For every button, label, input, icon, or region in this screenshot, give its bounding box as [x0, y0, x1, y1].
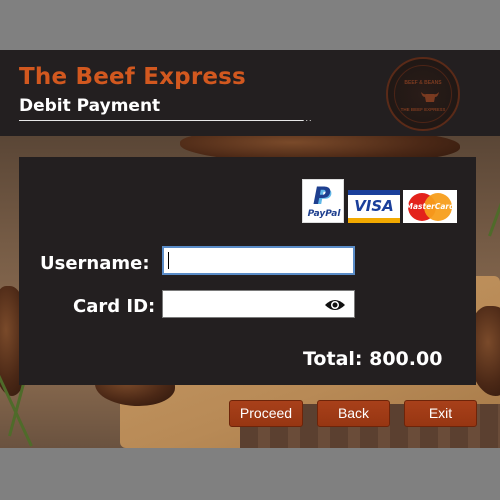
- visa-icon: VISA: [348, 190, 400, 223]
- text-caret: [168, 252, 169, 269]
- title-underline-dots: ...: [302, 113, 313, 123]
- title-underline: [19, 120, 303, 121]
- proceed-button[interactable]: Proceed: [229, 400, 303, 427]
- logo-ring: BEEF & BEANS THE BEEF EXPRESS: [394, 65, 452, 123]
- payment-methods: P P PayPal VISA MasterCard: [302, 179, 457, 223]
- mastercard-label: MasterCard: [405, 202, 455, 211]
- logo-top-text: BEEF & BEANS: [404, 80, 442, 86]
- total-amount: Total: 800.00: [303, 348, 443, 370]
- app-window: The Beef Express Debit Payment ... BEEF …: [0, 50, 500, 448]
- page-title: Debit Payment: [19, 96, 161, 116]
- app-title: The Beef Express: [19, 64, 246, 90]
- mastercard-icon: MasterCard: [403, 190, 457, 223]
- paypal-label: PayPal: [307, 209, 341, 219]
- back-button[interactable]: Back: [317, 400, 390, 427]
- paypal-icon: P P PayPal: [302, 179, 344, 223]
- eye-icon[interactable]: [324, 297, 346, 313]
- restaurant-logo: BEEF & BEANS THE BEEF EXPRESS: [386, 57, 460, 131]
- username-input[interactable]: [162, 246, 355, 275]
- card-id-label: Card ID:: [73, 296, 156, 317]
- visa-label: VISA: [354, 197, 394, 215]
- header-bar: The Beef Express Debit Payment ... BEEF …: [0, 50, 500, 136]
- herb-decoration: [488, 179, 500, 237]
- exit-button[interactable]: Exit: [404, 400, 477, 427]
- payment-panel: P P PayPal VISA MasterCard Username: Car…: [19, 157, 476, 385]
- logo-bottom-text: THE BEEF EXPRESS: [400, 107, 446, 112]
- bull-logo-icon: [421, 92, 439, 102]
- username-label: Username:: [40, 253, 150, 274]
- card-id-input[interactable]: [162, 290, 355, 318]
